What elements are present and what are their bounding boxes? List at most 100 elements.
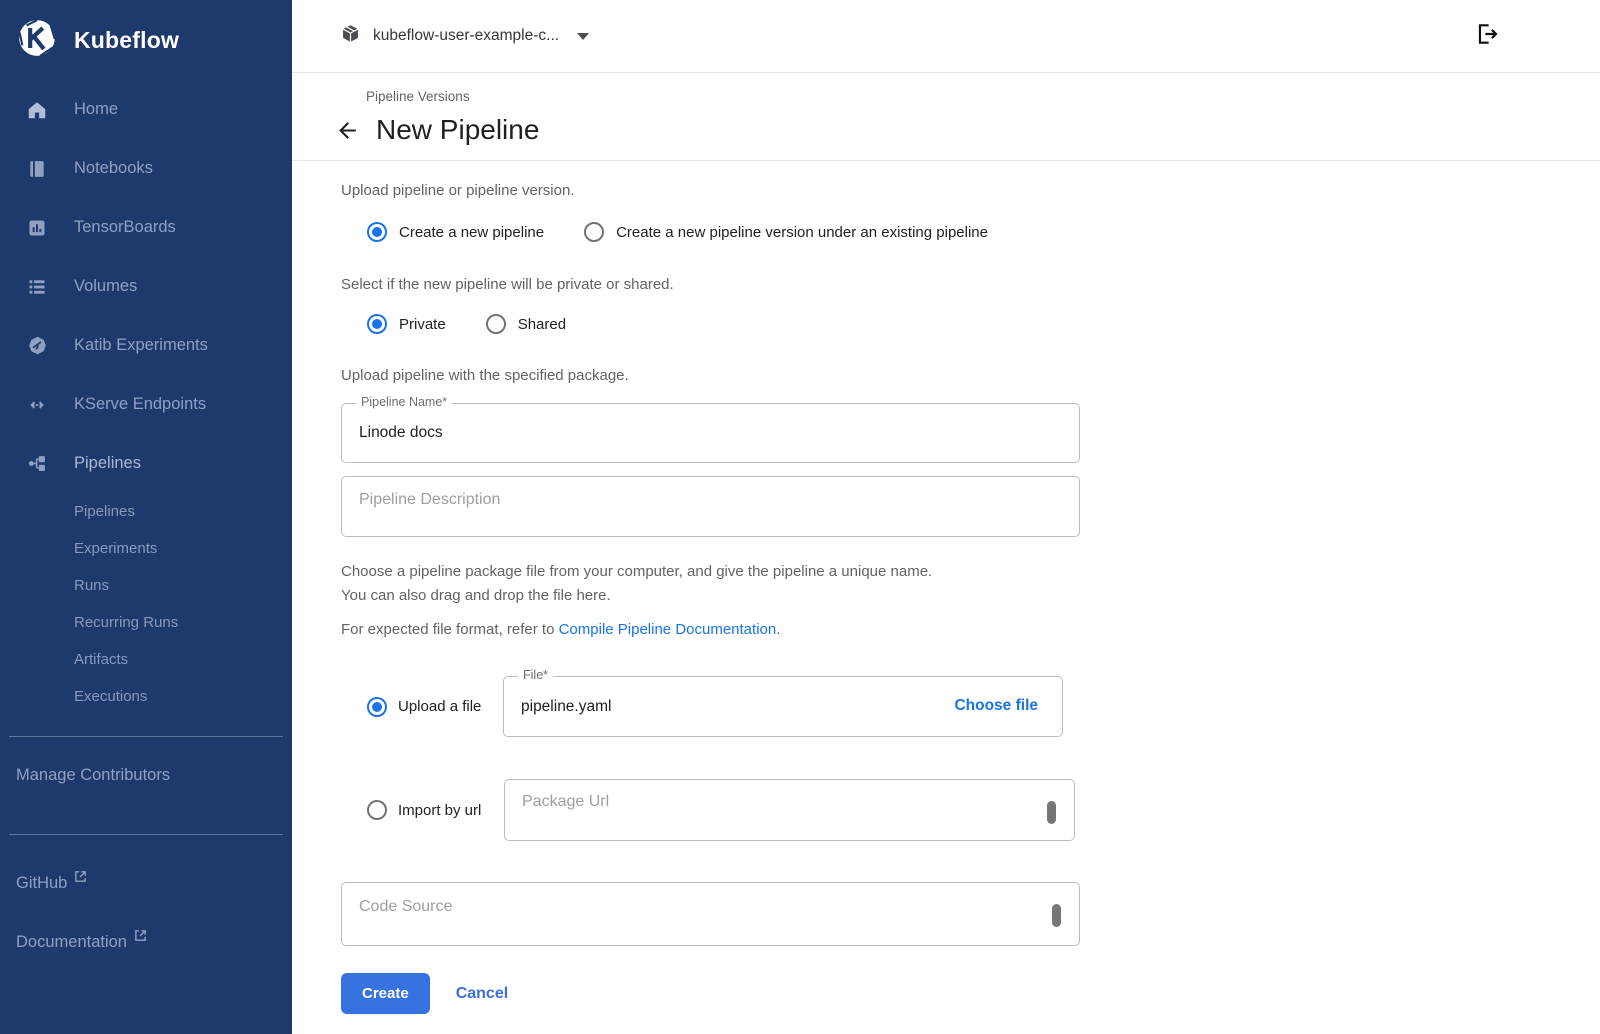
sidebar-item-manage-contributors[interactable]: Manage Contributors xyxy=(0,737,292,803)
sidebar-item-label: Home xyxy=(74,100,118,119)
double-arrow-icon xyxy=(25,393,49,417)
sidebar-subitem-label: Experiments xyxy=(74,540,157,557)
namespace-selector[interactable]: kubeflow-user-example-c... xyxy=(340,23,589,49)
sidebar-subitem-label: Executions xyxy=(74,688,147,705)
sidebar-item-label: KServe Endpoints xyxy=(74,395,206,414)
sidebar-item-tensorboards[interactable]: TensorBoards xyxy=(0,198,292,257)
sidebar-subitem-experiments[interactable]: Experiments xyxy=(0,530,292,567)
sidebar-item-label: TensorBoards xyxy=(74,218,176,237)
radio-label: Private xyxy=(399,316,446,333)
format-help-suffix: . xyxy=(776,621,780,638)
package-url-field[interactable]: Package Url xyxy=(504,779,1075,841)
title-row: New Pipeline xyxy=(292,106,1600,161)
choose-file-button[interactable]: Choose file xyxy=(954,697,1038,715)
radio-selected-icon[interactable] xyxy=(367,697,387,717)
code-source-field[interactable]: Code Source xyxy=(341,882,1080,946)
form-actions: Create Cancel xyxy=(341,973,1600,1034)
topbar: kubeflow-user-example-c... xyxy=(292,0,1600,73)
external-link-icon xyxy=(74,869,87,888)
home-icon xyxy=(25,98,49,122)
import-url-row: Import by url Package Url xyxy=(341,779,1600,841)
sidebar-subitem-label: Pipelines xyxy=(74,503,135,520)
radio-label: Create a new pipeline version under an e… xyxy=(616,224,988,241)
cancel-button[interactable]: Cancel xyxy=(456,985,508,1003)
scrollbar-thumb[interactable] xyxy=(1047,801,1056,824)
radio-unselected-icon[interactable] xyxy=(367,800,387,820)
sidebar-subitem-executions[interactable]: Executions xyxy=(0,678,292,715)
sidebar-divider xyxy=(9,834,283,835)
create-button[interactable]: Create xyxy=(341,973,430,1014)
sidebar-item-label: Volumes xyxy=(74,277,137,296)
notebook-icon xyxy=(25,157,49,181)
documentation-link-label: Documentation xyxy=(16,933,127,952)
upload-file-row: Upload a file File* pipeline.yaml Choose… xyxy=(341,676,1600,737)
sidebar-item-katib-experiments[interactable]: Katib Experiments xyxy=(0,316,292,375)
sidebar-link-documentation[interactable]: Documentation xyxy=(0,913,292,972)
radio-shared[interactable]: Shared xyxy=(486,314,566,334)
page-title: New Pipeline xyxy=(376,114,539,146)
sidebar-link-github[interactable]: GitHub xyxy=(0,854,292,913)
file-help-line1: Choose a pipeline package file from your… xyxy=(341,560,1600,584)
chevron-down-icon xyxy=(577,33,589,40)
radio-create-new-pipeline[interactable]: Create a new pipeline xyxy=(367,222,544,242)
scrollbar-thumb[interactable] xyxy=(1052,904,1061,927)
radio-label: Create a new pipeline xyxy=(399,224,544,241)
file-field[interactable]: File* pipeline.yaml Choose file xyxy=(503,676,1063,737)
logo-row[interactable]: Kubeflow xyxy=(0,0,292,80)
pipeline-name-value: Linode docs xyxy=(359,424,443,442)
namespace-label: kubeflow-user-example-c... xyxy=(373,27,559,45)
radio-unselected-icon[interactable] xyxy=(584,222,604,242)
new-pipeline-form: Upload pipeline or pipeline version. Cre… xyxy=(292,161,1600,1034)
sidebar-subitem-artifacts[interactable]: Artifacts xyxy=(0,641,292,678)
radio-label: Upload a file xyxy=(398,698,481,715)
back-button[interactable] xyxy=(333,116,361,144)
upload-prompt-text: Upload pipeline or pipeline version. xyxy=(341,182,1600,199)
sidebar-subitem-recurring-runs[interactable]: Recurring Runs xyxy=(0,604,292,641)
radio-private[interactable]: Private xyxy=(367,314,446,334)
pipeline-name-field[interactable]: Pipeline Name* Linode docs xyxy=(341,403,1080,463)
radio-selected-icon[interactable] xyxy=(367,314,387,334)
package-url-placeholder: Package Url xyxy=(522,793,609,811)
sidebar-subitem-pipelines[interactable]: Pipelines xyxy=(0,493,292,530)
radio-label: Import by url xyxy=(398,802,481,819)
pipeline-graph-icon xyxy=(25,452,49,476)
sidebar-item-notebooks[interactable]: Notebooks xyxy=(0,139,292,198)
sidebar-item-label: Pipelines xyxy=(74,454,141,473)
compile-pipeline-documentation-link[interactable]: Compile Pipeline Documentation xyxy=(559,621,777,638)
sidebar-item-volumes[interactable]: Volumes xyxy=(0,257,292,316)
format-help-text: For expected file format, refer to Compi… xyxy=(341,621,1600,638)
file-field-value: pipeline.yaml xyxy=(521,698,611,716)
file-help-line2: You can also drag and drop the file here… xyxy=(341,584,1600,608)
pipeline-description-placeholder: Pipeline Description xyxy=(359,491,500,509)
radio-import-by-url[interactable]: Import by url xyxy=(341,800,504,820)
katib-icon xyxy=(25,334,49,358)
radio-selected-icon[interactable] xyxy=(367,222,387,242)
radio-create-pipeline-version[interactable]: Create a new pipeline version under an e… xyxy=(584,222,988,242)
pipeline-name-label: Pipeline Name* xyxy=(356,395,452,409)
kubeflow-logo-icon xyxy=(16,17,58,64)
code-source-placeholder: Code Source xyxy=(359,898,452,916)
sidebar: Kubeflow Home Notebooks TensorBoards Vol… xyxy=(0,0,292,1034)
manage-contributors-label: Manage Contributors xyxy=(16,766,170,784)
file-help-text: Choose a pipeline package file from your… xyxy=(341,560,1600,608)
github-link-label: GitHub xyxy=(16,874,67,893)
sidebar-item-pipelines[interactable]: Pipelines xyxy=(0,434,292,493)
logout-button[interactable] xyxy=(1474,21,1500,52)
sidebar-item-kserve-endpoints[interactable]: KServe Endpoints xyxy=(0,375,292,434)
sidebar-item-label: Notebooks xyxy=(74,159,153,178)
volumes-list-icon xyxy=(25,275,49,299)
pipeline-description-field[interactable]: Pipeline Description xyxy=(341,476,1080,537)
main-area: kubeflow-user-example-c... Pipeline Vers… xyxy=(292,0,1600,1034)
external-link-icon xyxy=(134,928,147,947)
sidebar-subitem-runs[interactable]: Runs xyxy=(0,567,292,604)
logo-text: Kubeflow xyxy=(74,27,179,54)
bar-chart-icon xyxy=(25,216,49,240)
radio-upload-a-file[interactable]: Upload a file xyxy=(341,697,503,717)
visibility-radio-group: Private Shared xyxy=(341,314,1600,334)
logout-icon xyxy=(1474,21,1500,52)
sidebar-item-home[interactable]: Home xyxy=(0,80,292,139)
sidebar-item-label: Katib Experiments xyxy=(74,336,208,355)
visibility-prompt-text: Select if the new pipeline will be priva… xyxy=(341,276,1600,293)
breadcrumb[interactable]: Pipeline Versions xyxy=(366,89,470,104)
radio-unselected-icon[interactable] xyxy=(486,314,506,334)
